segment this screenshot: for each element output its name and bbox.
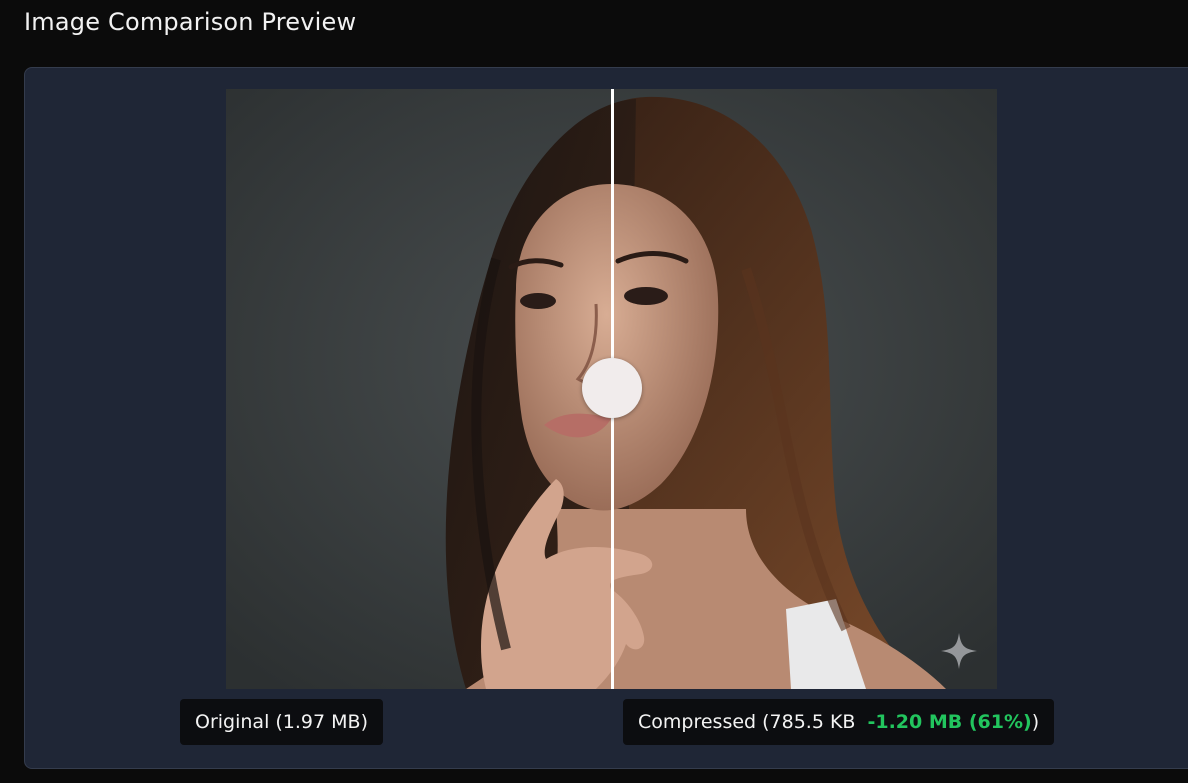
compressed-size-text: Compressed (785.5 KB <box>638 711 856 733</box>
slider-handle[interactable] <box>582 358 642 418</box>
savings-text: -1.20 MB (61%) <box>867 711 1032 733</box>
page-title: Image Comparison Preview <box>24 8 357 36</box>
compressed-size-label: Compressed (785.5 KB -1.20 MB (61%)) <box>623 699 1055 745</box>
sparkle-icon <box>940 632 978 670</box>
original-size-label: Original (1.97 MB) <box>180 699 383 745</box>
compressed-size-close: ) <box>1031 711 1040 733</box>
